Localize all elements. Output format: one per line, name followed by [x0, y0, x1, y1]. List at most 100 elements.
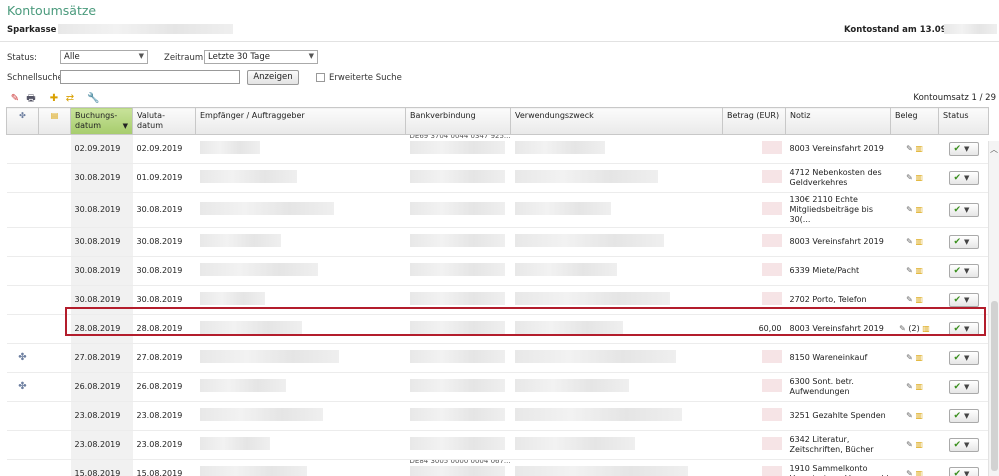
add-icon[interactable]: ✚ [48, 93, 60, 105]
table-row[interactable]: 23.08.2019 23.08.2019 3251 Gezahlte Spende… [6, 401, 989, 431]
receipt-cell: ✎ ▥ [890, 256, 939, 286]
edit-icon[interactable]: ✎ [9, 93, 21, 105]
chevron-up-icon[interactable]: ︿ [990, 144, 998, 155]
status-cell: ✔ ▼ [938, 256, 989, 286]
tools-icon[interactable]: 🔧 [87, 93, 99, 105]
scrollbar-thumb[interactable] [991, 301, 998, 471]
receipt-header[interactable]: Beleg [890, 107, 939, 135]
receipt-edit-icon[interactable]: ✎ [906, 469, 913, 476]
receipt-edit-icon[interactable]: ✎ [899, 324, 906, 333]
purpose-redacted [510, 459, 723, 476]
booking-date-header[interactable]: Buchungs- datum ▼ [70, 107, 133, 135]
table-row[interactable]: 15.08.2019 15.08.2019 DE84 3005 0000 0004 … [6, 459, 989, 476]
receipt-folder-icon[interactable]: ▥ [915, 295, 923, 304]
receipt-edit-icon[interactable]: ✎ [906, 144, 913, 153]
split-icon[interactable]: ✤ [18, 382, 28, 392]
payee-header[interactable]: Empfänger / Auftraggeber [195, 107, 406, 135]
period-select[interactable]: Letzte 30 Tage ▼ [204, 50, 318, 64]
receipt-folder-icon[interactable]: ▥ [915, 237, 923, 246]
status-dropdown[interactable]: ✔ ▼ [948, 438, 979, 452]
receipt-folder-icon[interactable]: ▥ [915, 353, 923, 362]
split-icon[interactable]: ✤ [18, 353, 28, 363]
checkmark-icon: ✔ [953, 266, 962, 276]
receipt-folder-icon[interactable]: ▥ [915, 173, 923, 182]
status-dropdown[interactable]: ✔ ▼ [948, 142, 979, 156]
table-row[interactable]: 28.08.2019 28.08.2019 60,00 8003 Vereinsfah… [6, 314, 989, 344]
status-dropdown[interactable]: ✔ ▼ [948, 322, 979, 336]
receipt-edit-icon[interactable]: ✎ [906, 353, 913, 362]
booking-date: 26.08.2019 [70, 372, 133, 402]
status-dropdown[interactable]: ✔ ▼ [948, 203, 979, 217]
table-row[interactable]: ✤ 26.08.2019 26.08.2019 6300 Sont. betr. Au… [6, 372, 989, 402]
bank-header[interactable]: Bankverbindung [405, 107, 511, 135]
receipt-folder-icon[interactable]: ▥ [915, 440, 923, 449]
status-dropdown[interactable]: ✔ ▼ [948, 409, 979, 423]
booking-date: 23.08.2019 [70, 430, 133, 460]
receipt-folder-icon[interactable]: ▥ [915, 469, 923, 476]
note-header[interactable]: Notiz [785, 107, 891, 135]
table-row[interactable]: 30.08.2019 30.08.2019 6339 Miete/Pacht ✎ ▥ ✔… [6, 256, 989, 286]
receipt-column-header[interactable]: ▤ [38, 107, 71, 135]
receipt-edit-icon[interactable]: ✎ [906, 173, 913, 182]
amount-redacted [761, 263, 782, 276]
quicksearch-input[interactable] [60, 70, 240, 84]
split-icon[interactable]: ⇄ [64, 93, 76, 105]
status-dropdown[interactable]: ✔ ▼ [948, 293, 979, 307]
receipt-edit-icon[interactable]: ✎ [906, 266, 913, 275]
receipt-folder-icon[interactable]: ▥ [915, 266, 923, 275]
payee-redacted [195, 401, 406, 431]
status-dropdown[interactable]: ✔ ▼ [948, 380, 979, 394]
receipt-folder-icon[interactable]: ▥ [915, 205, 923, 214]
chevron-down-icon: ▼ [964, 145, 970, 153]
status-dropdown[interactable]: ✔ ▼ [948, 235, 979, 249]
receipt-folder-icon[interactable]: ▥ [915, 382, 923, 391]
split-cell [6, 459, 39, 476]
receipt-folder-icon[interactable]: ▥ [915, 411, 923, 420]
receipt-flag-cell [38, 343, 71, 373]
table-row[interactable]: ✤ 27.08.2019 27.08.2019 8150 Wareneinkauf ✎ … [6, 343, 989, 373]
receipt-edit-icon[interactable]: ✎ [906, 205, 913, 214]
show-button[interactable]: Anzeigen [247, 70, 299, 85]
receipt-cell: ✎ ▥ [890, 192, 939, 228]
receipt-edit-icon[interactable]: ✎ [906, 295, 913, 304]
value-date: 02.09.2019 [132, 134, 196, 164]
receipt-edit-icon[interactable]: ✎ [906, 440, 913, 449]
status-header[interactable]: Status [938, 107, 989, 135]
print-icon[interactable]: 🖶 [25, 93, 37, 105]
status-dropdown[interactable]: ✔ ▼ [948, 467, 979, 476]
booking-date: 30.08.2019 [70, 256, 133, 286]
receipt-flag-cell [38, 227, 71, 257]
receipt-edit-icon[interactable]: ✎ [906, 382, 913, 391]
period-select-value: Letzte 30 Tage [208, 52, 271, 62]
status-select[interactable]: Alle ▼ [60, 50, 148, 64]
amount-redacted [761, 234, 782, 247]
status-dropdown[interactable]: ✔ ▼ [948, 264, 979, 278]
status-cell: ✔ ▼ [938, 314, 989, 344]
receipt-edit-icon[interactable]: ✎ [906, 411, 913, 420]
payee-redacted [195, 372, 406, 402]
table-row[interactable]: 23.08.2019 23.08.2019 6342 Literatur, Zeit… [6, 430, 989, 460]
checkmark-icon: ✔ [953, 173, 962, 183]
status-dropdown[interactable]: ✔ ▼ [948, 171, 979, 185]
purpose-header[interactable]: Verwendungszweck [510, 107, 723, 135]
table-row[interactable]: 30.08.2019 01.09.2019 4712 Nebenkosten des… [6, 163, 989, 193]
value-date: 30.08.2019 [132, 192, 196, 228]
receipt-edit-icon[interactable]: ✎ [906, 237, 913, 246]
status-cell: ✔ ▼ [938, 285, 989, 315]
split-cell [6, 401, 39, 431]
value-date-header[interactable]: Valuta- datum [132, 107, 196, 135]
table-row[interactable]: 30.08.2019 30.08.2019 2702 Porto, Telefon ✎… [6, 285, 989, 315]
status-dropdown[interactable]: ✔ ▼ [948, 351, 979, 365]
table-row[interactable]: 30.08.2019 30.08.2019 130€ 2110 Echte Mitg… [6, 192, 989, 228]
status-cell: ✔ ▼ [938, 227, 989, 257]
amount-header[interactable]: Betrag (EUR) [722, 107, 786, 135]
split-column-header[interactable]: ✤ [6, 107, 39, 135]
receipt-folder-icon[interactable]: ▥ [915, 144, 923, 153]
chevron-down-icon: ▼ [964, 470, 970, 476]
receipt-folder-icon[interactable]: ▥ [922, 324, 930, 333]
table-row[interactable]: 30.08.2019 30.08.2019 8003 Vereinsfahrt 20… [6, 227, 989, 257]
vertical-scrollbar[interactable]: ︿ [988, 141, 999, 476]
receipt-flag-cell [38, 163, 71, 193]
extended-search-checkbox[interactable] [316, 73, 325, 82]
table-row[interactable]: 02.09.2019 02.09.2019 DE69 3704 0044 0347 … [6, 134, 989, 164]
